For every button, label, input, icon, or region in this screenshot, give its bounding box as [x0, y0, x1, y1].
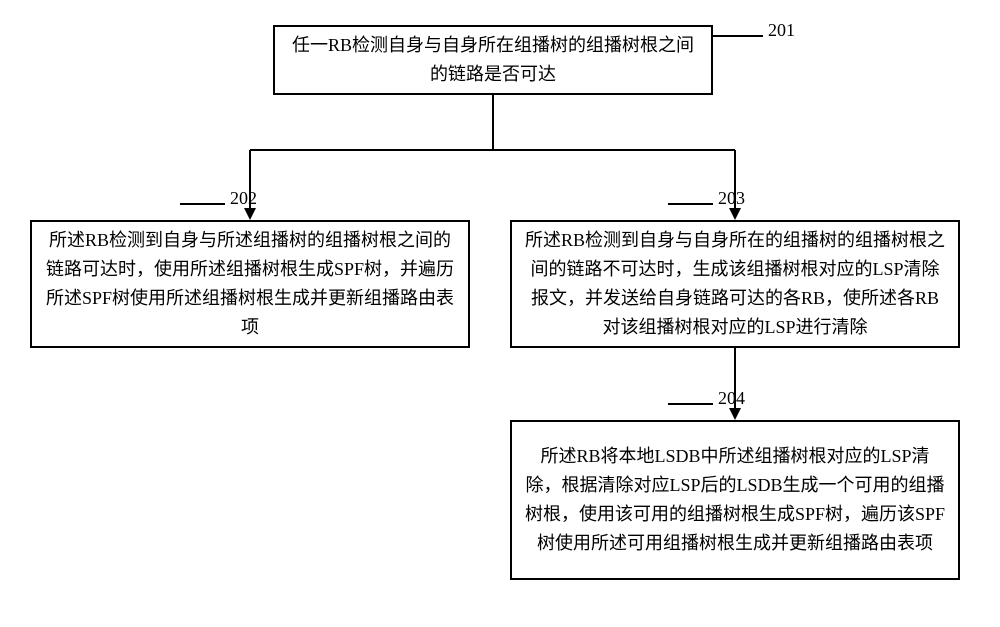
flow-label-204: 204	[718, 388, 745, 409]
label-tick-204	[668, 403, 713, 405]
flow-box-203: 所述RB检测到自身与自身所在的组播树的组播树根之间的链路不可达时，生成该组播树根…	[510, 220, 960, 348]
label-tick-201	[713, 35, 763, 37]
flow-box-201: 任一RB检测自身与自身所在组播树的组播树根之间的链路是否可达	[273, 25, 713, 95]
flow-box-201-text: 任一RB检测自身与自身所在组播树的组播树根之间的链路是否可达	[287, 31, 699, 89]
label-tick-203	[668, 203, 713, 205]
flow-box-202: 所述RB检测到自身与所述组播树的组播树根之间的链路可达时，使用所述组播树根生成S…	[30, 220, 470, 348]
flow-label-203: 203	[718, 188, 745, 209]
flow-box-203-text: 所述RB检测到自身与自身所在的组播树的组播树根之间的链路不可达时，生成该组播树根…	[524, 226, 946, 341]
flow-label-202: 202	[230, 188, 257, 209]
flow-label-201: 201	[768, 20, 795, 41]
label-tick-202	[180, 203, 225, 205]
flow-box-204-text: 所述RB将本地LSDB中所述组播树根对应的LSP清除，根据清除对应LSP后的LS…	[524, 442, 946, 557]
flow-box-204: 所述RB将本地LSDB中所述组播树根对应的LSP清除，根据清除对应LSP后的LS…	[510, 420, 960, 580]
flow-box-202-text: 所述RB检测到自身与所述组播树的组播树根之间的链路可达时，使用所述组播树根生成S…	[44, 226, 456, 341]
